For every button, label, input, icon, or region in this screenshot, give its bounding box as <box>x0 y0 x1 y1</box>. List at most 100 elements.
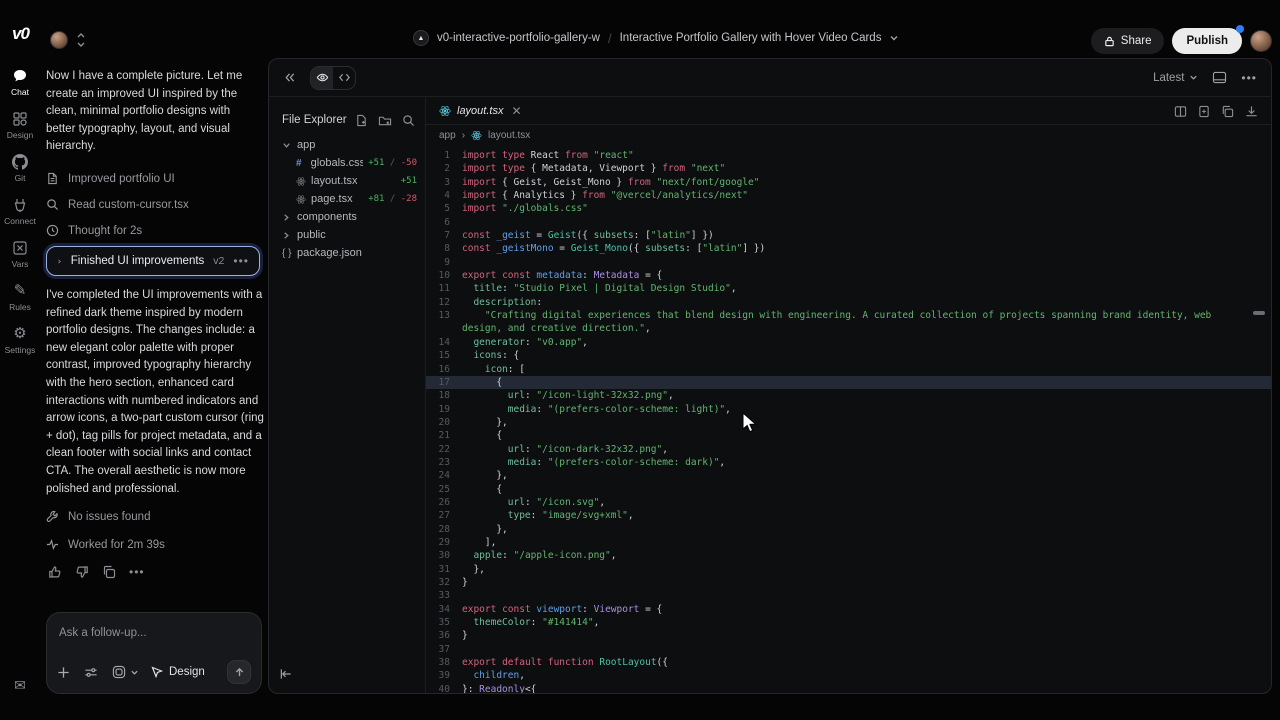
rail-item-settings[interactable]: ⚙ Settings <box>0 326 40 355</box>
code-line: 22 url: "/icon-dark-32x32.png", <box>426 443 1271 456</box>
rail-item-label: Connect <box>4 216 36 226</box>
code-text: url: "/icon.svg", <box>462 496 1271 509</box>
status-label: Worked for 2m 39s <box>68 539 165 551</box>
copy-icon[interactable] <box>102 565 116 579</box>
copy-icon[interactable] <box>1221 105 1234 118</box>
line-number: 19 <box>426 403 462 416</box>
code-text: media: "(prefers-color-scheme: light)", <box>462 403 1271 416</box>
collapse-sidebar-icon[interactable] <box>279 667 293 681</box>
breadcrumb-folder[interactable]: app <box>439 130 456 141</box>
add-attachment-icon[interactable] <box>57 666 70 679</box>
rail-item-git[interactable]: Git <box>0 154 40 183</box>
team-switcher-icon[interactable] <box>74 31 88 49</box>
code-view-icon[interactable] <box>333 67 355 89</box>
code-line: 17 { <box>426 376 1271 389</box>
thumbs-down-icon[interactable] <box>75 565 89 579</box>
rules-pencil-icon: ✎ <box>14 283 27 299</box>
new-folder-icon[interactable] <box>378 114 392 127</box>
file-tree-item-page-tsx[interactable]: page.tsx+81 / -28 <box>269 190 425 208</box>
code-line: 23 media: "(prefers-color-scheme: dark)"… <box>426 456 1271 469</box>
close-icon[interactable]: ✕ <box>511 104 521 118</box>
code-text: description: <box>462 296 1271 309</box>
collapse-panel-icon[interactable] <box>283 71 296 84</box>
publish-button[interactable]: Publish <box>1172 28 1242 54</box>
code-text: { <box>462 376 1271 389</box>
file-tree-item-package-json[interactable]: { }package.json <box>269 244 425 262</box>
settings-gear-icon: ⚙ <box>13 326 26 342</box>
thumbs-up-icon[interactable] <box>48 565 62 579</box>
code-line: 33 <box>426 589 1271 602</box>
chevron-down-icon[interactable] <box>889 33 899 43</box>
file-name: page.tsx <box>311 193 353 205</box>
line-number: 33 <box>426 589 462 602</box>
model-frame-icon[interactable] <box>112 665 126 679</box>
line-number: 14 <box>426 336 462 349</box>
rail-item-label: Rules <box>9 302 31 312</box>
settings-sliders-icon[interactable] <box>84 666 98 679</box>
browser-window-icon[interactable] <box>1212 71 1227 84</box>
version-card-finished-ui-improvements[interactable]: Finished UI improvements v2 ••• <box>46 246 260 276</box>
follow-up-input[interactable] <box>59 627 249 639</box>
react-file-icon <box>296 194 306 205</box>
file-tree-item-app[interactable]: app <box>269 136 425 154</box>
line-number: 36 <box>426 629 462 642</box>
file-tree-item-globals-css[interactable]: #globals.css+51 / -50 <box>269 154 425 172</box>
chevron-right-icon <box>282 231 292 240</box>
more-icon[interactable]: ••• <box>1241 71 1257 85</box>
breadcrumb-project[interactable]: v0-interactive-portfolio-gallery-w <box>437 32 600 44</box>
braces-file-icon: { } <box>282 248 292 259</box>
preview-eye-icon[interactable] <box>311 67 333 89</box>
download-icon[interactable] <box>1245 105 1258 118</box>
code-line: 16 icon: [ <box>426 363 1271 376</box>
file-tree-item-layout-tsx[interactable]: layout.tsx+51 <box>269 172 425 190</box>
share-button[interactable]: Share <box>1091 28 1165 54</box>
version-selector[interactable]: Latest <box>1153 72 1198 84</box>
code-viewer[interactable]: 1import type React from "react"2import t… <box>426 146 1271 693</box>
more-icon[interactable]: ••• <box>233 254 249 268</box>
file-diff-icon[interactable] <box>1198 105 1210 118</box>
rail-item-vars[interactable]: Vars <box>0 240 40 269</box>
breadcrumb-chat-title[interactable]: Interactive Portfolio Gallery with Hover… <box>620 32 882 44</box>
breadcrumb-separator: › <box>462 130 465 141</box>
code-text: themeColor: "#141414", <box>462 616 1271 629</box>
code-text: icon: [ <box>462 363 1271 376</box>
file-tree-item-public[interactable]: public <box>269 226 425 244</box>
breadcrumb-file[interactable]: layout.tsx <box>488 130 530 141</box>
rail-item-design[interactable]: Design <box>0 111 40 140</box>
feedback-mail-icon[interactable]: ✉ <box>0 677 40 694</box>
design-mode-chip[interactable]: Design <box>151 666 205 678</box>
rail-item-connect[interactable]: Connect <box>0 197 40 226</box>
vercel-project-icon: ▲ <box>413 30 429 46</box>
v0-logo[interactable]: v0 <box>12 24 29 44</box>
file-tree-item-components[interactable]: components <box>269 208 425 226</box>
chat-panel: Now I have a complete picture. Let me cr… <box>46 62 262 720</box>
code-line: 13 "Crafting digital experiences that bl… <box>426 309 1271 336</box>
more-icon[interactable]: ••• <box>129 565 145 579</box>
line-number: 38 <box>426 656 462 669</box>
line-number: 32 <box>426 576 462 589</box>
search-icon[interactable] <box>402 114 415 127</box>
line-number: 17 <box>426 376 462 389</box>
task-read-custom-cursor[interactable]: Read custom-cursor.tsx <box>46 198 189 211</box>
line-number: 9 <box>426 256 462 269</box>
send-button[interactable] <box>227 660 251 684</box>
code-text: import { Geist, Geist_Mono } from "next/… <box>462 176 1271 189</box>
react-icon <box>439 105 451 117</box>
line-number: 10 <box>426 269 462 282</box>
new-file-icon[interactable] <box>355 114 368 127</box>
user-avatar[interactable] <box>1250 30 1272 52</box>
code-line: 27 type: "image/svg+xml", <box>426 509 1271 522</box>
split-view-icon[interactable] <box>1174 105 1187 118</box>
rail-item-chat[interactable]: Chat <box>0 68 40 97</box>
scrollbar-thumb[interactable] <box>1253 311 1265 315</box>
line-number: 7 <box>426 229 462 242</box>
task-improved-portfolio-ui[interactable]: Improved portfolio UI <box>46 172 175 185</box>
tab-layout-tsx[interactable]: layout.tsx ✕ <box>426 98 532 124</box>
task-thought[interactable]: Thought for 2s <box>46 224 142 237</box>
avatar[interactable] <box>50 31 68 49</box>
rail-item-rules[interactable]: ✎ Rules <box>0 283 40 312</box>
task-label: Thought for 2s <box>68 225 142 237</box>
chevron-down-icon[interactable] <box>130 668 139 677</box>
code-line: 1import type React from "react" <box>426 149 1271 162</box>
css-file-icon: # <box>296 158 306 169</box>
